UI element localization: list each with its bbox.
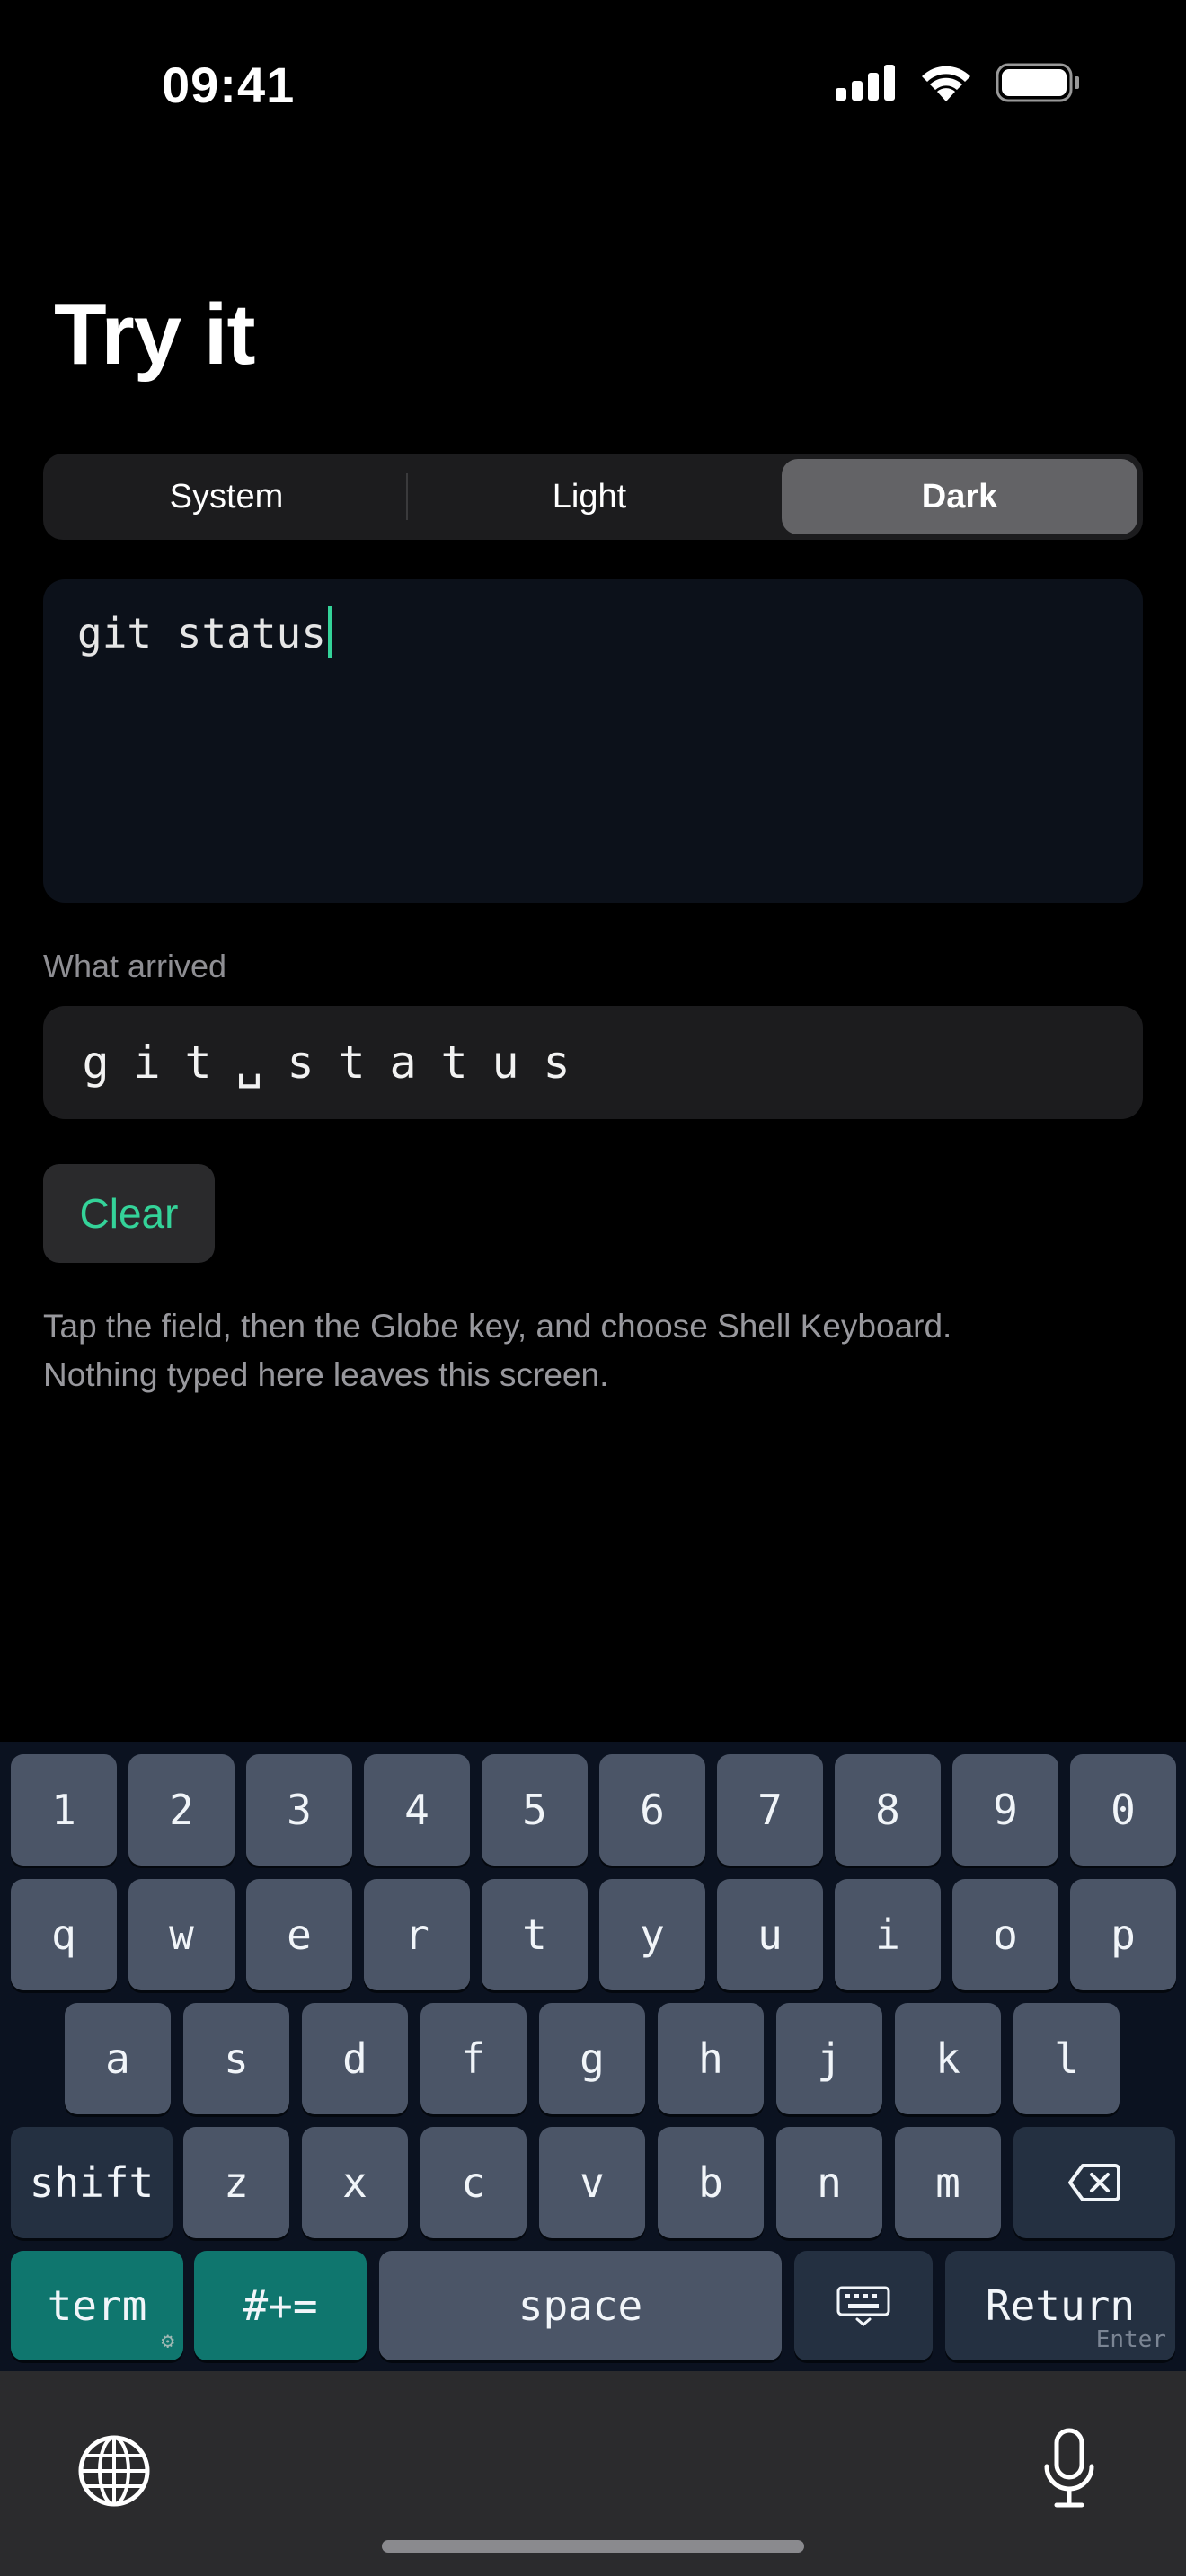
wifi-icon xyxy=(922,66,970,101)
cellular-signal-icon xyxy=(836,65,895,101)
key-k[interactable]: k xyxy=(895,2003,1001,2114)
test-input-field[interactable]: git status xyxy=(43,579,1143,903)
key-2[interactable]: 2 xyxy=(128,1754,235,1866)
key-x[interactable]: x xyxy=(302,2127,408,2238)
key-z[interactable]: z xyxy=(183,2127,289,2238)
clear-button[interactable]: Clear xyxy=(43,1164,215,1263)
key-c[interactable]: c xyxy=(420,2127,527,2238)
key-e[interactable]: e xyxy=(246,1879,352,1990)
text-caret xyxy=(327,606,332,658)
arrived-char: t xyxy=(440,1037,468,1089)
key-s[interactable]: s xyxy=(183,2003,289,2114)
key-b[interactable]: b xyxy=(658,2127,764,2238)
help-text: Tap the field, then the Globe key, and c… xyxy=(43,1302,1121,1398)
keyboard-icon xyxy=(836,2286,890,2326)
key-w[interactable]: w xyxy=(128,1879,235,1990)
segment-divider xyxy=(406,473,408,520)
shell-keyboard: 1 2 3 4 5 6 7 8 9 0 q w e r t y u i o p … xyxy=(0,1742,1186,2371)
symbols-key[interactable]: #+= xyxy=(194,2251,367,2360)
status-icons xyxy=(836,63,1080,102)
microphone-icon[interactable] xyxy=(1042,2427,1096,2510)
gear-icon: ⚙ xyxy=(161,2328,174,2353)
arrived-char: a xyxy=(389,1037,417,1089)
help-text-line-2: Nothing typed here leaves this screen. xyxy=(43,1355,609,1393)
arrived-char-space: ␣ xyxy=(235,1037,263,1089)
return-key[interactable]: Return Enter xyxy=(945,2251,1175,2360)
enter-sublabel: Enter xyxy=(1095,2326,1166,2353)
key-i[interactable]: i xyxy=(835,1879,941,1990)
key-q[interactable]: q xyxy=(11,1879,117,1990)
globe-icon[interactable] xyxy=(77,2434,151,2508)
key-g[interactable]: g xyxy=(539,2003,645,2114)
arrived-char: s xyxy=(287,1037,314,1089)
arrived-char: s xyxy=(543,1037,571,1089)
home-indicator[interactable] xyxy=(382,2540,804,2553)
key-n[interactable]: n xyxy=(776,2127,882,2238)
battery-icon xyxy=(996,63,1079,102)
input-text: git status xyxy=(77,609,326,657)
key-o[interactable]: o xyxy=(952,1879,1058,1990)
key-9[interactable]: 9 xyxy=(952,1754,1058,1866)
key-1[interactable]: 1 xyxy=(11,1754,117,1866)
key-f[interactable]: f xyxy=(420,2003,527,2114)
arrived-char: g xyxy=(82,1037,110,1089)
key-6[interactable]: 6 xyxy=(599,1754,705,1866)
page-title: Try it xyxy=(54,287,255,383)
key-8[interactable]: 8 xyxy=(835,1754,941,1866)
arrived-char: i xyxy=(133,1037,161,1089)
key-j[interactable]: j xyxy=(776,2003,882,2114)
key-m[interactable]: m xyxy=(895,2127,1001,2238)
status-time: 09:41 xyxy=(162,57,296,113)
arrived-char: t xyxy=(338,1037,366,1089)
key-y[interactable]: y xyxy=(599,1879,705,1990)
key-l[interactable]: l xyxy=(1013,2003,1120,2114)
key-a[interactable]: a xyxy=(65,2003,171,2114)
arrived-char: t xyxy=(184,1037,212,1089)
arrived-chars: g i t ␣ s t a t u s xyxy=(70,1006,582,1119)
key-0[interactable]: 0 xyxy=(1070,1754,1176,1866)
segment-dark[interactable]: Dark xyxy=(782,459,1137,534)
term-key[interactable]: term ⚙ xyxy=(11,2251,183,2360)
key-v[interactable]: v xyxy=(539,2127,645,2238)
key-d[interactable]: d xyxy=(302,2003,408,2114)
delete-key[interactable] xyxy=(1013,2127,1175,2238)
key-t[interactable]: t xyxy=(482,1879,588,1990)
return-key-label: Return xyxy=(985,2281,1136,2330)
key-7[interactable]: 7 xyxy=(717,1754,823,1866)
key-h[interactable]: h xyxy=(658,2003,764,2114)
arrived-char: u xyxy=(491,1037,519,1089)
segment-system[interactable]: System xyxy=(49,459,404,534)
shift-key[interactable]: shift xyxy=(11,2127,173,2238)
term-key-label: term xyxy=(47,2281,147,2330)
segment-light[interactable]: Light xyxy=(410,459,769,534)
key-4[interactable]: 4 xyxy=(364,1754,470,1866)
key-5[interactable]: 5 xyxy=(482,1754,588,1866)
key-3[interactable]: 3 xyxy=(246,1754,352,1866)
key-r[interactable]: r xyxy=(364,1879,470,1990)
key-p[interactable]: p xyxy=(1070,1879,1176,1990)
keyboard-dismiss-key[interactable] xyxy=(794,2251,933,2360)
help-text-line-1: Tap the field, then the Globe key, and c… xyxy=(43,1308,952,1345)
input-text-wrapper: git status xyxy=(77,606,332,661)
appearance-segmented-control: System Light Dark xyxy=(43,454,1143,540)
arrived-label: What arrived xyxy=(43,948,227,984)
arrived-output: g i t ␣ s t a t u s xyxy=(43,1006,1143,1119)
backspace-icon xyxy=(1068,2164,1120,2201)
key-u[interactable]: u xyxy=(717,1879,823,1990)
space-key[interactable]: space xyxy=(379,2251,782,2360)
